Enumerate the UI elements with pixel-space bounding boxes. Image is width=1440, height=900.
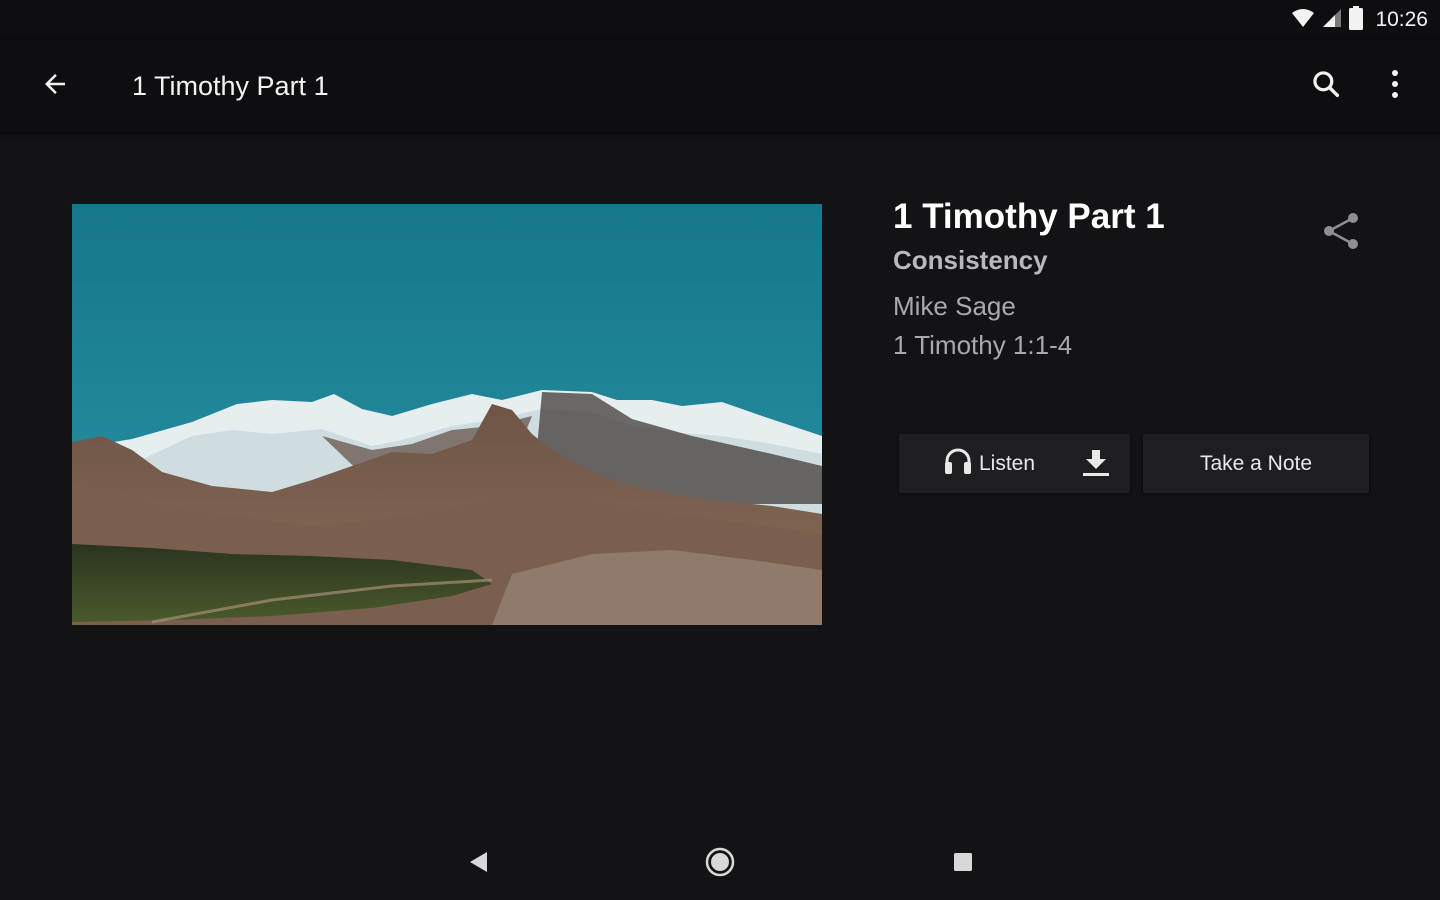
wifi-icon	[1291, 8, 1315, 33]
download-button[interactable]	[1079, 448, 1113, 480]
scripture-reference: 1 Timothy 1:1-4	[893, 330, 1073, 360]
status-time: 10:26	[1375, 8, 1428, 31]
nav-recents-button[interactable]	[939, 840, 987, 888]
headphones-icon	[943, 447, 973, 480]
status-bar: 10:26	[0, 0, 1440, 40]
nav-home-icon	[705, 847, 735, 882]
take-note-label: Take a Note	[1199, 451, 1313, 475]
sermon-info: 1 Timothy Part 1 Consistency Mike Sage 1…	[893, 196, 1313, 364]
listen-label: Listen	[979, 451, 1036, 475]
search-icon	[1310, 68, 1342, 105]
more-vert-icon	[1390, 69, 1400, 104]
share-button[interactable]	[1317, 209, 1365, 257]
sermon-image	[72, 204, 822, 625]
battery-icon	[1349, 5, 1364, 35]
nav-back-button[interactable]	[454, 840, 502, 888]
system-nav-bar	[0, 828, 1440, 900]
app-bar: 1 Timothy Part 1	[0, 40, 1440, 132]
search-button[interactable]	[1302, 62, 1350, 110]
share-icon	[1322, 211, 1360, 256]
app-bar-title: 1 Timothy Part 1	[132, 71, 329, 101]
listen-button[interactable]: Listen	[899, 434, 1130, 493]
listen-play[interactable]: Listen	[943, 447, 1035, 480]
more-options-button[interactable]	[1371, 62, 1419, 110]
sermon-detail-screen: 10:26 1 Timothy Part 1 1 Timothy Part 1 …	[0, 0, 1440, 900]
status-icons: 10:26	[1291, 5, 1428, 35]
nav-home-button[interactable]	[696, 840, 744, 888]
speaker-name: Mike Sage	[893, 291, 1016, 321]
cellular-signal-icon	[1321, 8, 1343, 33]
back-arrow-icon	[40, 69, 70, 104]
nav-back-icon	[467, 850, 489, 879]
series-name[interactable]: Consistency	[893, 240, 1313, 280]
download-icon	[1081, 447, 1111, 482]
sermon-title: 1 Timothy Part 1	[893, 197, 1165, 236]
back-button[interactable]	[31, 62, 79, 110]
nav-recents-icon	[952, 851, 974, 878]
take-note-button[interactable]: Take a Note	[1143, 434, 1369, 493]
